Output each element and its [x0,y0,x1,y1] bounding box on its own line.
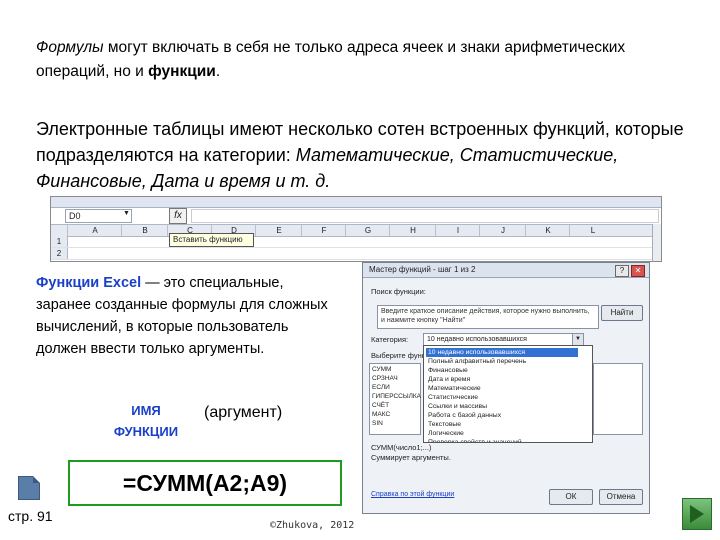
column-header[interactable]: H [389,225,436,236]
category-option[interactable]: Ссылки и массивы [426,402,578,411]
function-name-label: ИМЯ ФУНКЦИИ [100,400,192,442]
function-wizard-dialog: Мастер функций - шаг 1 из 2 ? ✕ Поиск фу… [362,262,650,514]
intro-end: . [215,63,221,80]
function-item[interactable]: СРЗНАЧ [372,375,398,383]
definition-paragraph: Функции Excel — это специальные, заранее… [36,272,336,360]
category-option[interactable]: Проверка свойств и значений [426,438,578,442]
column-header[interactable]: B [121,225,168,236]
column-header[interactable]: F [301,225,346,236]
category-option[interactable]: 10 недавно использовавшихся [426,348,578,357]
column-header[interactable]: G [345,225,390,236]
cancel-button[interactable]: Отмена [599,489,643,505]
function-item[interactable]: SIN [372,420,383,428]
sheet-row: 2 [51,248,661,260]
category-dropdown-list[interactable]: 10 недавно использовавшихся Полный алфав… [423,345,593,443]
row-number[interactable]: 2 [51,248,68,259]
function-item[interactable]: СУММ [372,366,391,374]
category-option[interactable]: Логические [426,429,578,438]
sheet-row: 1 [51,236,661,248]
function-item[interactable]: МАКС [372,411,390,419]
categories-paragraph: Электронные таблицы имеют несколько соте… [36,116,686,194]
function-syntax: СУММ(число1;...) [371,443,432,452]
chevron-down-icon[interactable]: ▼ [572,334,583,345]
insert-function-button[interactable]: fx [169,208,187,224]
function-item[interactable]: ЕСЛИ [372,384,390,392]
intro-term: Формулы [36,39,104,56]
function-item[interactable]: ГИПЕРССЫЛКА [372,393,421,401]
row-number[interactable]: 1 [51,236,68,247]
function-name-line2: ФУНКЦИИ [113,424,179,439]
ok-button[interactable]: ОК [549,489,593,505]
category-option[interactable]: Финансовые [426,366,578,375]
function-argument-label: (аргумент) [204,404,283,421]
column-header[interactable]: L [569,225,616,236]
category-option[interactable]: Математические [426,384,578,393]
function-description: Суммирует аргументы. [371,453,451,462]
excel-namebox[interactable]: D0 [65,209,132,223]
excel-screenshot: D0 ▼ fx A B C D E F G H I J K L 1 2 Вста… [50,196,662,262]
search-input[interactable]: Введите краткое описание действия, котор… [377,305,599,329]
definition-term: Функции Excel [36,275,142,291]
vertical-scrollbar[interactable] [652,224,661,261]
search-label: Поиск функции: [371,287,426,296]
play-icon [690,505,704,523]
page-number: стр. 91 [8,508,53,524]
dialog-title: Мастер функций - шаг 1 из 2 [369,265,476,274]
column-header[interactable]: A [67,225,122,236]
chevron-down-icon[interactable]: ▼ [123,210,130,217]
column-header[interactable]: E [255,225,302,236]
function-list-scroll-area[interactable] [593,363,643,435]
close-icon[interactable]: ✕ [631,265,645,277]
help-icon[interactable]: ? [615,265,629,277]
formula-bar[interactable] [191,209,659,223]
category-option[interactable]: Текстовые [426,420,578,429]
column-header[interactable]: I [435,225,480,236]
copyright: ©Zhukova, 2012 [270,520,355,531]
example-formula: =СУММ(A2;A9) [68,460,342,506]
category-label: Категория: [371,335,409,344]
dialog-titlebar: Мастер функций - шаг 1 из 2 ? ✕ [363,263,649,278]
find-button[interactable]: Найти [601,305,643,321]
column-header[interactable]: K [525,225,570,236]
function-name-line1: ИМЯ [131,403,161,418]
help-link[interactable]: Справка по этой функции [371,491,454,498]
column-header[interactable]: J [479,225,526,236]
category-option[interactable]: Работа с базой данных [426,411,578,420]
category-option[interactable]: Полный алфавитный перечень [426,357,578,366]
category-option[interactable]: Дата и время [426,375,578,384]
function-item[interactable]: СЧЁТ [372,402,389,410]
category-value: 10 недавно использовавшихся [427,336,527,343]
function-list[interactable]: СУММ СРЗНАЧ ЕСЛИ ГИПЕРССЫЛКА СЧЁТ МАКС S… [369,363,421,435]
intro-paragraph: Формулы могут включать в себя не только … [36,36,656,84]
intro-text: могут включать в себя не только адреса я… [36,39,626,80]
excel-toolbar [51,197,661,208]
next-slide-button[interactable] [682,498,712,530]
intro-keyword: функции [148,63,216,80]
insert-function-tooltip: Вставить функцию [169,233,254,247]
page-icon[interactable] [18,476,40,500]
category-option[interactable]: Статистические [426,393,578,402]
